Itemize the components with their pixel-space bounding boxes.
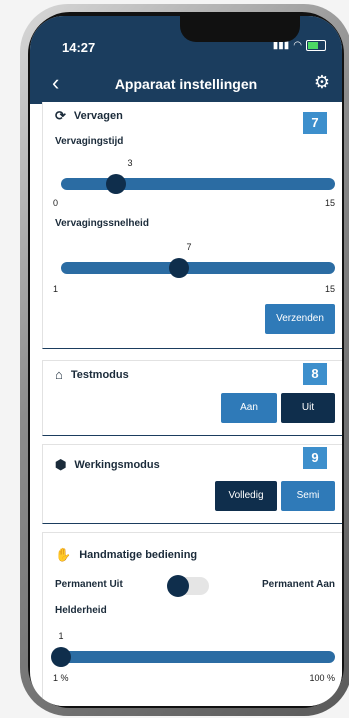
werkingsmodus-title: ⬢ Werkingsmodus [55,457,160,473]
status-time: 14:27 [62,40,96,55]
vervagingssnelheid-min: 1 [53,284,59,294]
permanent-on-label: Permanent Aan [262,579,335,590]
phone-screen: 14:27 ▮▮▮ ◠ ‹ Apparaat instellingen ⚙ ⟳ … [30,16,342,706]
send-button[interactable]: Verzenden [265,304,335,334]
vervagingssnelheid-thumb[interactable] [168,258,189,278]
helderheid-slider[interactable] [51,647,335,667]
test-on-button[interactable]: Aan [221,393,277,423]
vervagingstijd-slider[interactable] [61,174,335,194]
helderheid-value: 1 [58,631,64,641]
werkingsmodus-card: ⬢ Werkingsmodus 9 Volledig Semi [42,444,342,524]
vervagingstijd-value: 3 [127,158,133,168]
werkingsmodus-title-text: Werkingsmodus [74,459,160,471]
gear-icon[interactable]: ⚙ [314,72,330,93]
permanent-toggle[interactable] [167,575,209,597]
remote-icon: ⌂ [55,367,63,382]
vervagingstijd-min: 0 [53,198,59,208]
vervagingssnelheid-slider[interactable] [61,258,335,278]
handmatig-title-text: Handmatige bediening [79,549,198,561]
mode-icon: ⬢ [55,457,67,472]
vervagen-title-text: Vervagen [73,110,123,122]
testmodus-card: ⌂ Testmodus 8 Aan Uit [42,360,342,436]
testmodus-title-text: Testmodus [70,368,129,381]
battery-icon [306,40,326,51]
fade-icon: ⟳ [55,108,66,123]
helderheid-min: 1 % [53,673,69,683]
hand-icon: ✋ [55,547,72,562]
handmatig-title: ✋ Handmatige bediening [55,547,197,563]
vervagingstijd-max: 15 [324,198,335,208]
page-title: Apparaat instellingen [114,76,258,92]
permanent-toggle-knob[interactable] [167,575,189,597]
vervagingstijd-thumb[interactable] [105,174,126,194]
vervagingssnelheid-max: 15 [324,284,335,294]
permanent-off-label: Permanent Uit [55,579,123,590]
app-bar: ‹ Apparaat instellingen ⚙ [30,64,342,104]
badge-9: 9 [303,447,327,469]
helderheid-label: Helderheid [55,605,107,616]
helderheid-thumb[interactable] [51,647,71,667]
settings-content[interactable]: ⟳ Vervagen 7 Vervagingstijd 3 0 15 Verva… [30,102,342,706]
badge-8: 8 [303,363,327,385]
vervagingssnelheid-label: Vervagingssnelheid [55,218,149,229]
vervagen-title: ⟳ Vervagen [55,108,123,124]
helderheid-max: 100 % [309,673,335,683]
vervagen-card: ⟳ Vervagen 7 Vervagingstijd 3 0 15 Verva… [42,102,342,349]
vervagingstijd-label: Vervagingstijd [55,136,124,147]
handmatig-card: ✋ Handmatige bediening Permanent Uit Per… [42,532,342,706]
badge-7: 7 [303,112,327,134]
mode-semi-button[interactable]: Semi [281,481,335,511]
mode-full-button[interactable]: Volledig [215,481,277,511]
notch [180,16,300,42]
testmodus-title: ⌂ Testmodus [55,367,129,382]
wifi-icon: ◠ [293,40,302,51]
test-off-button[interactable]: Uit [281,393,335,423]
vervagingssnelheid-value: 7 [186,242,192,252]
